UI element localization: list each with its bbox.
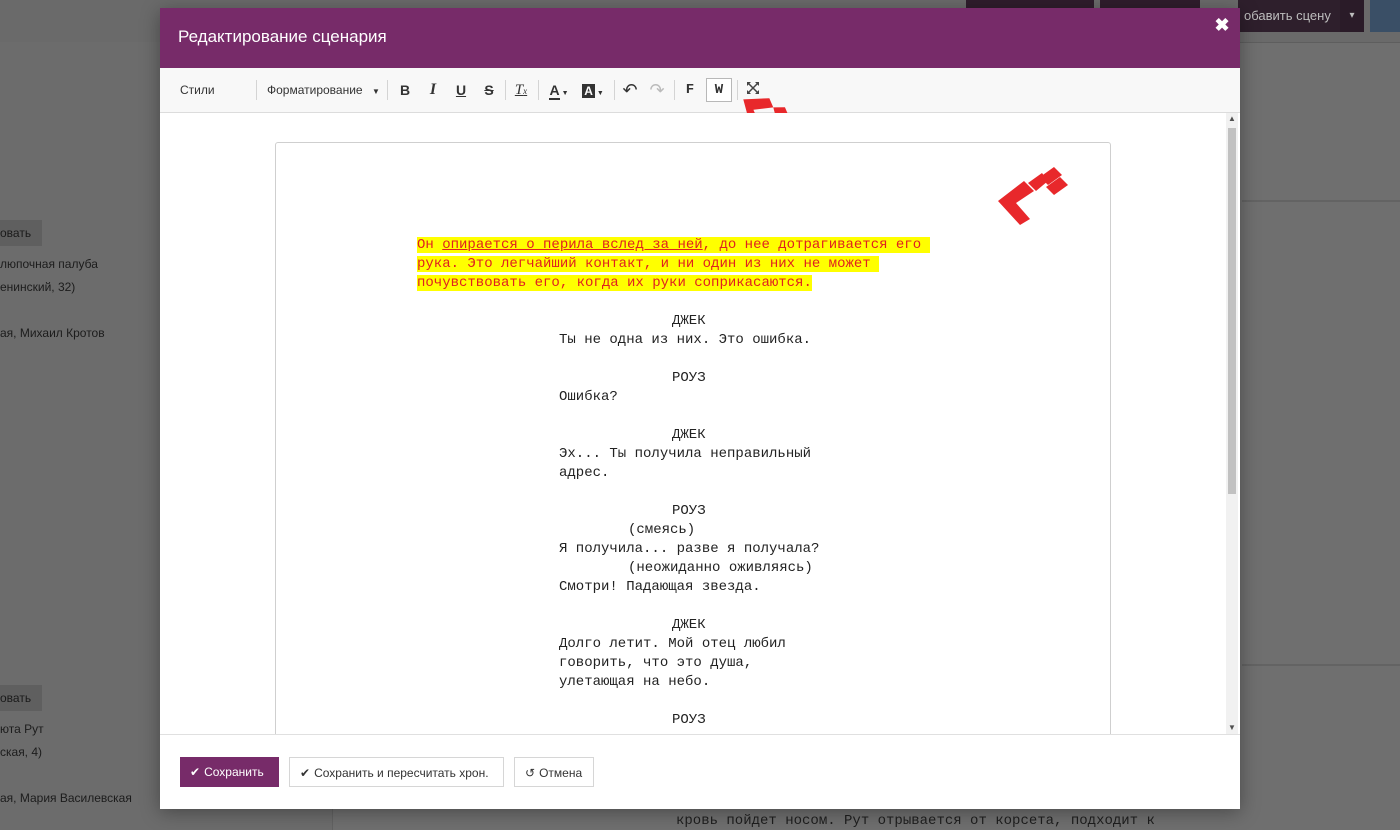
modal-footer: ✔ Сохранить ✔ Сохранить и пересчитать хрон…: [160, 734, 1240, 809]
dialogue-line: улетающая на небо.: [559, 674, 711, 690]
user-icon: [1370, 0, 1400, 32]
dialogue-line: Я получила... разве я получала?: [559, 541, 820, 557]
toolbar-separator: [674, 80, 675, 100]
background-divider: [1242, 200, 1400, 202]
toolbar-separator: [387, 80, 388, 100]
background-script-text: кровь пойдет носом. Рут отрывается от ко…: [676, 813, 1155, 829]
chevron-down-icon: ▾: [1340, 0, 1364, 32]
styles-dropdown[interactable]: Стили: [180, 79, 250, 101]
background-text: ская, 4): [0, 745, 43, 759]
script-action: Он опирается о перила вслед за ней, до н…: [417, 236, 930, 293]
character-name: ДЖЕК: [672, 427, 706, 443]
background-text: юта Рут: [0, 722, 44, 736]
underline-button[interactable]: U: [450, 79, 472, 101]
chevron-down-icon: ▼: [596, 90, 604, 97]
background-color-icon: A: [582, 84, 595, 98]
character-name: РОУЗ: [672, 503, 706, 519]
highlighted-text: рука. Это легчайший контакт, и ни один и…: [417, 256, 880, 272]
parenthetical: (смеясь): [628, 522, 696, 538]
scroll-down-icon[interactable]: ▼: [1226, 722, 1238, 734]
background-color-button[interactable]: A ▼: [578, 79, 608, 101]
dialogue-line: адрес.: [559, 465, 610, 481]
scrollbar-thumb[interactable]: [1228, 128, 1236, 494]
bold-button[interactable]: B: [394, 79, 416, 101]
parenthetical: (неожиданно оживляясь): [628, 560, 813, 576]
undo-icon: ↺: [525, 766, 536, 780]
scroll-up-icon[interactable]: ▲: [1226, 113, 1238, 125]
edit-script-modal: Редактирование сценария ✖ Стили Форматир…: [160, 8, 1240, 809]
clear-format-icon: T: [514, 82, 524, 98]
modal-header: Редактирование сценария ✖: [160, 8, 1240, 68]
toolbar-separator: [256, 80, 257, 100]
text-color-icon: A: [549, 82, 560, 100]
action-text: Он: [417, 237, 443, 253]
clear-format-subscript: x: [523, 86, 528, 96]
action-text: , до нее дотрагивается его: [702, 237, 930, 253]
clear-format-button[interactable]: Tx: [510, 79, 532, 101]
character-name: ДЖЕК: [672, 617, 706, 633]
character-name: РОУЗ: [672, 712, 706, 728]
f-format-button[interactable]: F: [679, 79, 701, 101]
close-icon[interactable]: ✖: [1214, 16, 1230, 34]
styles-dropdown-label: Стили: [180, 83, 215, 97]
check-icon: ✔: [190, 765, 201, 779]
background-chip: овать: [0, 220, 42, 246]
cancel-button[interactable]: ↺ Отмена: [514, 757, 594, 787]
save-and-recalc-label: Сохранить и пересчитать хрон.: [314, 766, 489, 780]
italic-button[interactable]: I: [422, 79, 444, 101]
toolbar-separator: [505, 80, 506, 100]
undo-button[interactable]: ↶: [619, 79, 641, 101]
background-divider: [1242, 664, 1400, 666]
vertical-scrollbar[interactable]: ▲ ▼: [1226, 113, 1238, 734]
check-icon: ✔: [300, 766, 311, 780]
text-color-button[interactable]: A ▼: [544, 79, 574, 101]
highlighted-text: почувствовать его, когда их руки соприка…: [417, 275, 812, 291]
background-text: ая, Мария Василевская: [0, 791, 132, 805]
format-dropdown-label: Форматирование: [267, 83, 363, 97]
background-text: ая, Михаил Кротов: [0, 326, 105, 340]
character-name: ДЖЕК: [672, 313, 706, 329]
chevron-down-icon: ▼: [561, 90, 569, 97]
character-name: РОУЗ: [672, 370, 706, 386]
cancel-button-label: Отмена: [539, 766, 583, 780]
dialogue-line: Смотри! Падающая звезда.: [559, 579, 761, 595]
dialogue-line: говорить, что это душа,: [559, 655, 753, 671]
dialogue-line: Ошибка?: [559, 389, 618, 405]
save-button[interactable]: ✔ Сохранить: [180, 757, 279, 787]
toolbar-separator: [538, 80, 539, 100]
editor-content[interactable]: Он опирается о перила вслед за ней, до н…: [160, 113, 1240, 734]
underlined-text: опирается о перила вслед за ней: [442, 237, 703, 253]
background-chip: овать: [0, 685, 42, 711]
annotation-arrow-icon: [998, 167, 1068, 225]
save-button-label: Сохранить: [204, 765, 264, 779]
dialogue-line: Эх... Ты получила неправильный: [559, 446, 812, 462]
chevron-down-icon: ▼: [371, 87, 380, 96]
redo-button[interactable]: ↷: [646, 79, 668, 101]
background-text: люпочная палуба: [0, 257, 98, 271]
editor-toolbar: Стили Форматирование ▼ B I U S Tx A ▼ A ▼ …: [160, 68, 1240, 113]
background-text: енинский, 32): [0, 280, 76, 294]
toolbar-separator: [614, 80, 615, 100]
dialogue-line: Ты не одна из них. Это ошибка.: [559, 332, 812, 348]
highlighted-text: Он опирается о перила вслед за ней, до н…: [417, 237, 930, 253]
dialogue-line: Долго летит. Мой отец любил: [559, 636, 786, 652]
save-and-recalc-button[interactable]: ✔ Сохранить и пересчитать хрон.: [289, 757, 504, 787]
modal-title: Редактирование сценария: [178, 27, 387, 46]
format-dropdown[interactable]: Форматирование ▼: [267, 79, 383, 101]
strikethrough-button[interactable]: S: [478, 79, 500, 101]
